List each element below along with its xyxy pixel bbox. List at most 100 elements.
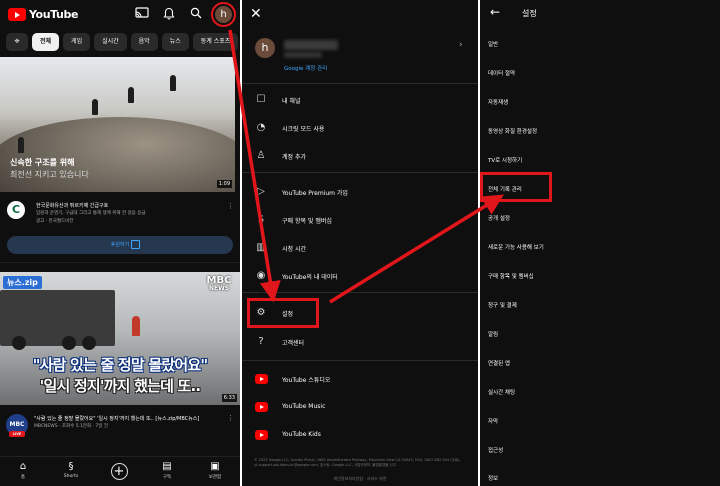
nav-home-label: 홈 [20, 475, 26, 480]
menu-label: YouTube Music [282, 403, 326, 410]
ad-meta: 광고 · 한국월드비전 [36, 219, 74, 224]
mbc-news-logo: MBC NEWS [204, 276, 234, 292]
external-link-icon [131, 240, 140, 249]
menu-purchases[interactable]: $ 구매 항목 및 멤버십 [242, 210, 478, 230]
menu-studio[interactable]: YouTube 스튜디오 [242, 369, 478, 389]
menu-help[interactable]: ? 고객센터 [242, 332, 478, 352]
settings-panel: ← 설정 일반 데이터 절약 자동재생 동영상 화질 환경설정 TV로 시청하기… [480, 0, 720, 486]
chip-gaming[interactable]: 게임 [63, 33, 91, 51]
add-account-icon: ♙ [256, 150, 266, 161]
more-vert-icon[interactable]: ⋮ [227, 414, 234, 422]
settings-item-about[interactable]: 정보 [488, 474, 498, 482]
back-arrow-icon[interactable]: ← [490, 5, 500, 19]
advertiser-logo: C [7, 201, 25, 219]
menu-label: YouTube의 내 데이터 [282, 274, 338, 281]
menu-my-channel[interactable]: ☐ 내 채널 [242, 90, 478, 110]
ad-cta-button[interactable]: 후원하기 [7, 236, 233, 254]
nav-create[interactable]: + [99, 460, 139, 480]
purchases-icon: $ [257, 214, 265, 225]
nav-shorts[interactable]: § Shorts [51, 460, 91, 479]
kids-icon [254, 428, 268, 442]
nav-library-label: 보관함 [208, 475, 222, 480]
channel-avatar[interactable]: MBC LIVE [6, 414, 28, 437]
close-icon[interactable]: ✕ [250, 6, 262, 22]
divider [242, 292, 478, 293]
person-icon: ☐ [256, 94, 266, 105]
youtube-logo[interactable]: YouTube [8, 8, 78, 21]
settings-highlight-box [247, 298, 319, 328]
nav-library[interactable]: ▣ 보관함 [195, 460, 235, 480]
divider [242, 172, 478, 173]
nav-home[interactable]: ⌂ 홈 [3, 460, 43, 480]
ad-description: 임원과 운영기, 구급대 그리고 통해 생계 위해 한 걸음 응급 [36, 211, 146, 216]
hero-duration: 1:09 [216, 180, 232, 188]
news-caption-line2: '일시 정지'까지 했는데 또.. [39, 377, 201, 395]
settings-item-billing[interactable]: 청구 및 결제 [488, 301, 517, 309]
help-icon: ? [258, 336, 264, 347]
settings-item-privacy[interactable]: 공개 설정 [488, 214, 510, 222]
settings-item-watch-on-tv[interactable]: TV로 시청하기 [488, 156, 522, 164]
chip-all[interactable]: 전체 [32, 33, 60, 51]
settings-item-notifications[interactable]: 알림 [488, 330, 498, 338]
logo-text: YouTube [29, 8, 79, 21]
menu-label: 구매 항목 및 멤버십 [282, 218, 332, 225]
search-icon[interactable] [188, 7, 204, 23]
rescuer-figure [128, 87, 134, 103]
footer-links[interactable]: 개인정보처리방침 · 서비스 약관 [242, 476, 478, 482]
settings-item-connected-apps[interactable]: 연결된 앱 [488, 359, 510, 367]
hero-subtitle: 최전선 지키고 있습니다 [10, 170, 89, 179]
menu-kids[interactable]: YouTube Kids [242, 425, 478, 445]
nav-subscriptions[interactable]: ▤ 구독 [147, 460, 187, 480]
settings-item-accessibility[interactable]: 접근성 [488, 446, 503, 454]
settings-item-video-quality[interactable]: 동영상 화질 환경설정 [488, 127, 537, 135]
settings-item-general[interactable]: 일반 [488, 40, 498, 48]
rubble-scene [0, 117, 235, 192]
chip-winter-sports[interactable]: 동계 스포츠 [192, 33, 239, 51]
video-title: "사람 있는 줄 정말 몰랐어요" '일시 정지'까지 했는데 또.. [뉴스.… [34, 416, 200, 422]
ad-cta-label: 후원하기 [110, 242, 130, 248]
settings-item-purchases[interactable]: 구매 항목 및 멤버십 [488, 272, 534, 280]
hero-video-thumbnail[interactable]: 신속한 구조를 위해 최전선 지키고 있습니다 1:09 [0, 57, 235, 192]
subscriptions-icon: ▤ [162, 461, 172, 472]
explore-compass-icon[interactable]: ⌖ [6, 33, 28, 51]
rescuer-figure [18, 137, 24, 153]
history-highlight-box [480, 172, 552, 202]
more-vert-icon[interactable]: ⋮ [227, 202, 234, 210]
chip-music[interactable]: 음악 [130, 33, 158, 51]
account-avatar[interactable]: h [255, 38, 275, 58]
menu-premium[interactable]: ▷ YouTube Premium 가입 [242, 182, 478, 202]
menu-watch-time[interactable]: ▥ 시청 시간 [242, 238, 478, 258]
ad-title: 한국문화유산과 튀르키예 긴급구호 [36, 203, 109, 209]
live-badge: LIVE [9, 431, 25, 437]
menu-label: 시청 시간 [282, 246, 306, 253]
settings-item-data-saving[interactable]: 데이터 절약 [488, 69, 515, 77]
home-icon: ⌂ [19, 461, 27, 472]
menu-your-data[interactable]: ◉ YouTube의 내 데이터 [242, 266, 478, 286]
menu-add-account[interactable]: ♙ 계정 추가 [242, 146, 478, 166]
page-title: 설정 [522, 9, 537, 18]
settings-item-try-new-features[interactable]: 새로운 기능 사용해 보기 [488, 243, 544, 251]
settings-item-captions[interactable]: 자막 [488, 417, 498, 425]
youtube-home-panel: YouTube h ⌖ 전체 게임 실시간 음악 뉴스 동계 스포츠 신속한 구… [0, 0, 240, 486]
chip-news[interactable]: 뉴스 [161, 33, 189, 51]
menu-music[interactable]: YouTube Music [242, 397, 478, 417]
news-video-thumbnail[interactable]: 뉴스.zip MBC NEWS "사람 있는 줄 정말 몰랐어요" '일시 정지… [0, 272, 240, 405]
google-account-link[interactable]: Google 계정 관리 [284, 64, 327, 72]
avatar-highlight-ring [211, 2, 236, 27]
settings-item-live-chat[interactable]: 실시간 채팅 [488, 388, 515, 396]
divider [242, 360, 478, 361]
menu-label: YouTube Premium 가입 [282, 190, 348, 197]
news-caption-line1: "사람 있는 줄 정말 몰랐어요" [32, 356, 209, 374]
incognito-icon: ◔ [256, 122, 266, 133]
menu-incognito[interactable]: ◔ 시크릿 모드 사용 [242, 118, 478, 138]
premium-icon: ▷ [257, 186, 265, 197]
ad-card[interactable]: C 한국문화유산과 튀르키예 긴급구호 임원과 운영기, 구급대 그리고 통해 … [0, 196, 240, 236]
settings-item-autoplay[interactable]: 자동재생 [488, 98, 508, 106]
mbc-logo-bottom: NEWS [208, 285, 230, 292]
menu-label: 시크릿 모드 사용 [282, 126, 325, 133]
video-info-row[interactable]: MBC LIVE "사람 있는 줄 정말 몰랐어요" '일시 정지'까지 했는데… [0, 410, 240, 450]
chevron-right-icon[interactable]: › [459, 40, 463, 50]
chip-live[interactable]: 실시간 [94, 33, 127, 51]
bell-icon[interactable] [161, 7, 177, 23]
cast-icon[interactable] [134, 7, 150, 23]
